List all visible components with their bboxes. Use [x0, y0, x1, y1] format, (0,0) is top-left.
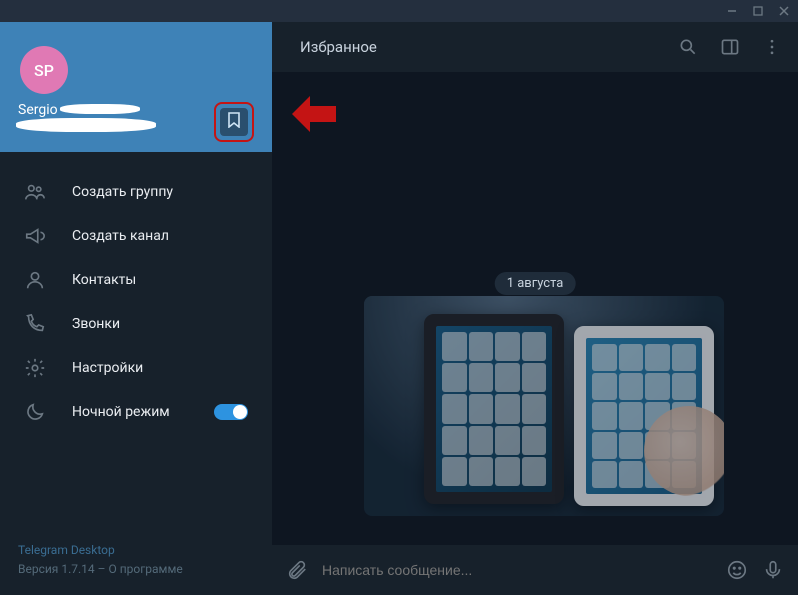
night-mode-toggle[interactable] — [214, 404, 248, 420]
menu-label: Создать группу — [72, 184, 173, 200]
header-actions — [678, 37, 782, 57]
menu-label: Настройки — [72, 360, 143, 376]
menu-item-new-channel[interactable]: Создать канал — [0, 214, 272, 258]
panel-icon — [720, 37, 740, 57]
person-icon — [24, 269, 46, 291]
close-button[interactable] — [778, 5, 790, 17]
menu-item-settings[interactable]: Настройки — [0, 346, 272, 390]
message-photo[interactable] — [364, 296, 724, 516]
window-titlebar — [0, 0, 798, 22]
maximize-button[interactable] — [752, 5, 764, 17]
phone-icon — [24, 313, 46, 335]
profile-name: Sergio — [18, 102, 58, 118]
bookmark-icon — [227, 112, 241, 132]
avatar[interactable]: SP — [20, 46, 68, 94]
message-input[interactable] — [322, 562, 712, 578]
menu-item-new-group[interactable]: Создать группу — [0, 170, 272, 214]
sidepanel-button[interactable] — [720, 37, 740, 57]
menu-item-night-mode[interactable]: Ночной режим — [0, 390, 272, 434]
menu-label: Ночной режим — [72, 404, 170, 420]
menu-label: Создать канал — [72, 228, 169, 244]
separator: – — [95, 562, 109, 576]
composer — [272, 545, 798, 595]
profile-header[interactable]: SP Sergio — [0, 22, 272, 152]
voice-button[interactable] — [762, 559, 784, 581]
menu-list: Создать группу Создать канал Контакты Зв… — [0, 152, 272, 529]
chat-pane: Избранное 1 августа — [272, 22, 798, 595]
more-icon — [762, 37, 782, 57]
search-button[interactable] — [678, 37, 698, 57]
chat-body[interactable]: 1 августа — [272, 72, 798, 545]
version-text: 1.7.14 — [61, 562, 94, 576]
microphone-icon — [762, 559, 784, 581]
chat-title[interactable]: Избранное — [288, 38, 678, 56]
app-name-label: Telegram Desktop — [18, 541, 254, 560]
annotation-highlight — [214, 102, 254, 142]
menu-item-contacts[interactable]: Контакты — [0, 258, 272, 302]
sidebar-footer: Telegram Desktop Версия 1.7.14 – О прогр… — [0, 529, 272, 595]
main-menu-drawer: SP Sergio Создать группу — [0, 22, 272, 595]
menu-label: Контакты — [72, 272, 136, 288]
gear-icon — [24, 357, 46, 379]
date-separator: 1 августа — [495, 272, 576, 295]
avatar-initials: SP — [34, 61, 54, 80]
megaphone-icon — [24, 225, 46, 247]
about-link[interactable]: О программе — [109, 562, 183, 576]
chat-header: Избранное — [272, 22, 798, 72]
people-icon — [24, 181, 46, 203]
moon-icon — [24, 401, 46, 423]
paperclip-icon — [286, 559, 308, 581]
more-button[interactable] — [762, 37, 782, 57]
emoji-button[interactable] — [726, 559, 748, 581]
smile-icon — [726, 559, 748, 581]
menu-label: Звонки — [72, 316, 120, 332]
menu-item-calls[interactable]: Звонки — [0, 302, 272, 346]
minimize-button[interactable] — [726, 5, 738, 17]
attach-button[interactable] — [286, 559, 308, 581]
search-icon — [678, 37, 698, 57]
redacted-text — [16, 118, 156, 132]
saved-messages-button[interactable] — [220, 108, 248, 136]
redacted-text — [60, 104, 140, 114]
photo-content — [364, 296, 724, 516]
version-prefix: Версия — [18, 562, 61, 576]
